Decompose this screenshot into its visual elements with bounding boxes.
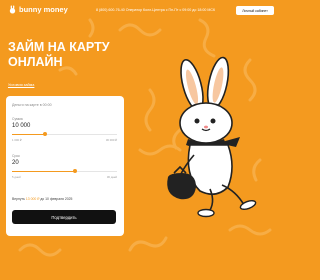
amount-slider[interactable] (12, 132, 117, 136)
loan-calculator: Деньги на карте в 00:00 Сумма 10 000 1 0… (6, 96, 124, 236)
amount-min: 1 000 ₽ (12, 138, 22, 142)
term-max: 30 дней (106, 175, 117, 179)
amount-slider-handle[interactable] (42, 132, 47, 136)
amount-max: 30 000 ₽ (105, 138, 117, 142)
repayment-summary: Вернуть 13 000 ₽ до 10 февраля 2025 (12, 197, 72, 201)
amount-slider-fill (12, 134, 45, 135)
term-label: Срок (12, 154, 20, 158)
term-slider-fill (12, 171, 75, 172)
repayment-amount: 13 000 ₽ (25, 197, 40, 201)
term-min: 5 дней (12, 175, 21, 179)
amount-value[interactable]: 10 000 (12, 123, 30, 129)
loan-conditions-link[interactable]: Условия займа (8, 83, 34, 87)
amount-range: 1 000 ₽ 30 000 ₽ (12, 138, 117, 142)
contact-info: 8 (800) 600-76-40 Оператор Колл-Центра с… (96, 8, 216, 12)
term-value[interactable]: 20 (12, 160, 19, 166)
brand-logo[interactable]: bunny money (8, 5, 68, 14)
page-title: ЗАЙМ НА КАРТУ ОНЛАЙН (8, 40, 110, 69)
header: bunny money 8 (800) 600-76-40 Оператор К… (0, 0, 280, 20)
bunny-logo-icon (9, 5, 16, 14)
bunny-with-money-bag-illustration (167, 56, 257, 218)
term-slider-handle[interactable] (73, 169, 77, 173)
term-range: 5 дней 30 дней (12, 175, 117, 179)
amount-label: Сумма (12, 117, 23, 121)
term-slider[interactable] (12, 169, 117, 173)
brand-name: bunny money (19, 5, 68, 14)
confirm-button[interactable]: Подтвердить (12, 210, 116, 224)
personal-cabinet-button[interactable]: Личный кабинет (236, 6, 274, 15)
deadline-note: Деньги на карте в 00:00 (12, 103, 52, 107)
repayment-date: до 10 февраля 2025 (40, 197, 73, 201)
repayment-prefix: Вернуть (12, 197, 25, 201)
